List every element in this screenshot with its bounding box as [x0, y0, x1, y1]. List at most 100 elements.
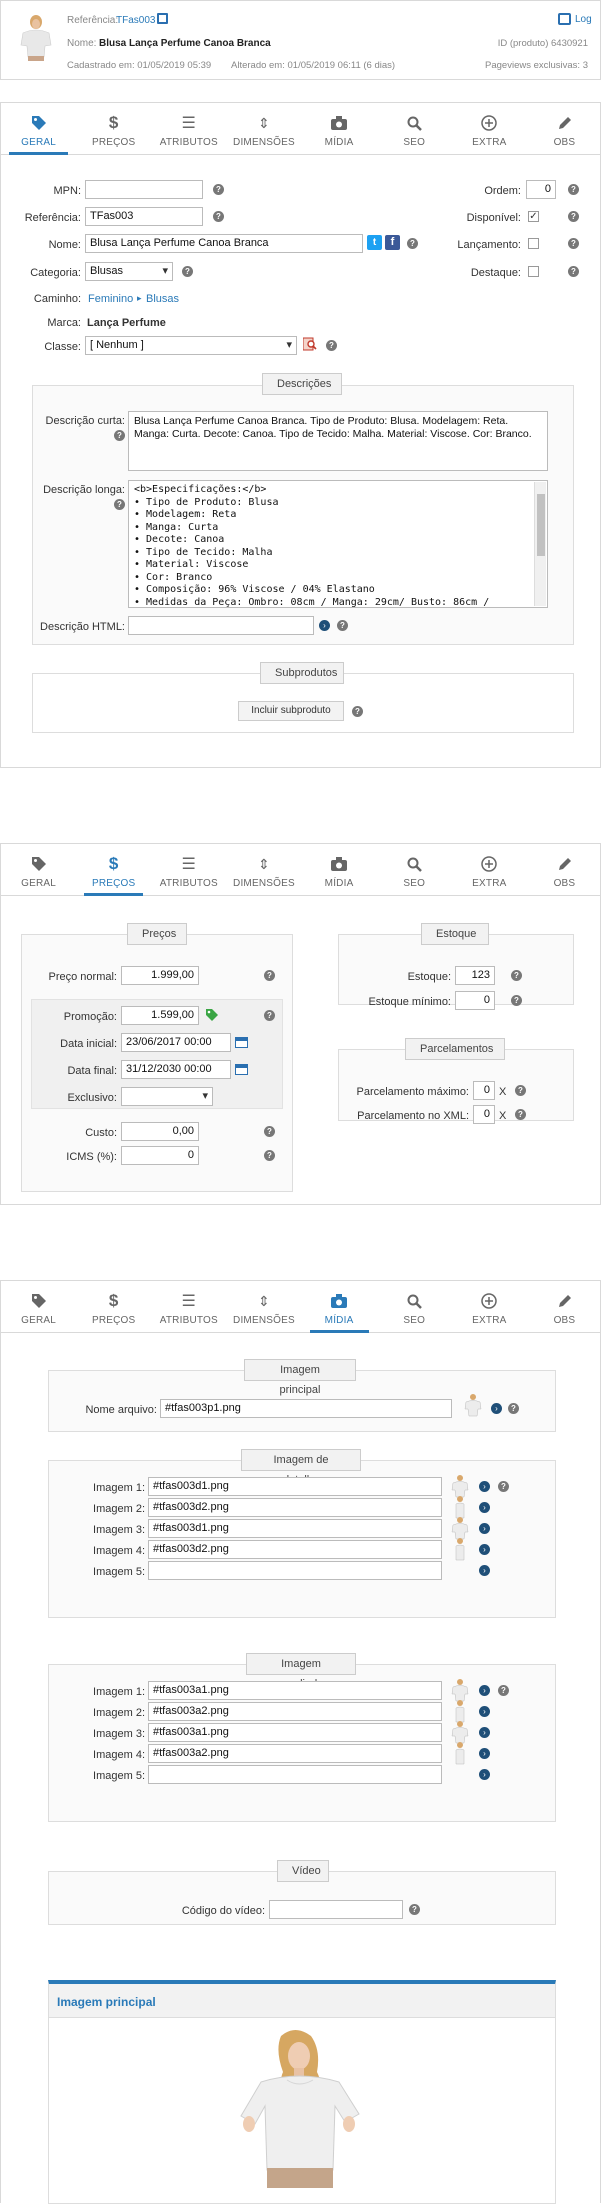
mpn-input[interactable]: [85, 180, 203, 199]
go-arrow-icon[interactable]: ›: [479, 1481, 490, 1492]
help-icon[interactable]: ?: [352, 706, 363, 717]
featured-checkbox[interactable]: [528, 266, 539, 277]
zoom-image-input[interactable]: #tfas003a1.png: [148, 1681, 442, 1700]
icms-input[interactable]: 0: [121, 1146, 199, 1165]
category-select[interactable]: Blusas: [85, 262, 173, 281]
tab-seo[interactable]: SEO: [377, 103, 452, 154]
cost-input[interactable]: 0,00: [121, 1122, 199, 1141]
help-icon[interactable]: ?: [114, 499, 125, 510]
tab-geral[interactable]: GERAL: [1, 103, 76, 155]
help-icon[interactable]: ?: [568, 266, 579, 277]
help-icon[interactable]: ?: [264, 970, 275, 981]
help-icon[interactable]: ?: [182, 266, 193, 277]
tab-midia[interactable]: MÍDIA: [302, 844, 377, 895]
tab-precos[interactable]: $ PREÇOS: [76, 103, 151, 154]
help-icon[interactable]: ?: [568, 238, 579, 249]
tab-obs[interactable]: OBS: [527, 844, 601, 895]
help-icon[interactable]: ?: [264, 1150, 275, 1161]
calendar-icon[interactable]: [235, 1064, 248, 1075]
tab-midia[interactable]: MÍDIA: [302, 103, 377, 154]
detail-image-input[interactable]: [148, 1561, 442, 1580]
go-arrow-icon[interactable]: ›: [479, 1502, 490, 1513]
help-icon[interactable]: ?: [337, 620, 348, 631]
zoom-image-input[interactable]: #tfas003a2.png: [148, 1744, 442, 1763]
detail-image-input[interactable]: #tfas003d1.png: [148, 1477, 442, 1496]
tab-dimensoes[interactable]: ⇕ DIMENSÕES: [226, 103, 301, 154]
help-icon[interactable]: ?: [508, 1403, 519, 1414]
max-installments-input[interactable]: 0: [473, 1081, 495, 1100]
help-icon[interactable]: ?: [511, 995, 522, 1006]
breadcrumb-feminino[interactable]: Feminino: [88, 293, 133, 305]
tab-geral[interactable]: GERAL: [1, 1281, 76, 1332]
help-icon[interactable]: ?: [515, 1109, 526, 1120]
help-icon[interactable]: ?: [326, 340, 337, 351]
tab-atributos[interactable]: ☰ ATRIBUTOS: [151, 844, 226, 895]
tab-obs[interactable]: OBS: [527, 103, 601, 154]
launch-checkbox[interactable]: [528, 238, 539, 249]
help-icon[interactable]: ?: [498, 1481, 509, 1492]
reference-link[interactable]: TFas003: [116, 15, 155, 26]
add-subproduct-button[interactable]: Incluir subproduto: [238, 701, 344, 721]
tab-atributos[interactable]: ☰ ATRIBUTOS: [151, 103, 226, 154]
log-link[interactable]: Log: [575, 14, 592, 25]
help-icon[interactable]: ?: [114, 430, 125, 441]
help-icon[interactable]: ?: [498, 1685, 509, 1696]
tab-dimensoes[interactable]: ⇕ DIMENSÕES: [226, 844, 301, 895]
tab-seo[interactable]: SEO: [377, 844, 452, 895]
help-icon[interactable]: ?: [568, 211, 579, 222]
go-arrow-icon[interactable]: ›: [479, 1748, 490, 1759]
name-input[interactable]: Blusa Lança Perfume Canoa Branca: [85, 234, 363, 253]
order-input[interactable]: 0: [526, 180, 556, 199]
detail-image-input[interactable]: #tfas003d2.png: [148, 1540, 442, 1559]
help-icon[interactable]: ?: [515, 1085, 526, 1096]
zoom-image-input[interactable]: #tfas003a2.png: [148, 1702, 442, 1721]
class-select[interactable]: [ Nenhum ]: [85, 336, 297, 355]
normal-price-input[interactable]: 1.999,00: [121, 966, 199, 985]
twitter-icon[interactable]: t: [367, 235, 382, 250]
go-arrow-icon[interactable]: ›: [479, 1544, 490, 1555]
tab-precos[interactable]: $ PREÇOS: [76, 844, 151, 896]
tab-extra[interactable]: EXTRA: [452, 844, 527, 895]
help-icon[interactable]: ?: [568, 184, 579, 195]
tab-atributos[interactable]: ☰ ATRIBUTOS: [151, 1281, 226, 1332]
search-class-icon[interactable]: [302, 337, 317, 351]
help-icon[interactable]: ?: [511, 970, 522, 981]
start-date-input[interactable]: 23/06/2017 00:00: [121, 1033, 231, 1052]
exclusive-select[interactable]: [121, 1087, 213, 1106]
promotion-input[interactable]: 1.599,00: [121, 1006, 199, 1025]
filename-input[interactable]: #tfas003p1.png: [160, 1399, 452, 1418]
facebook-icon[interactable]: f: [385, 235, 400, 250]
reference-input[interactable]: TFas003: [85, 207, 203, 226]
help-icon[interactable]: ?: [213, 211, 224, 222]
calendar-icon[interactable]: [235, 1037, 248, 1048]
go-arrow-icon[interactable]: ›: [479, 1523, 490, 1534]
go-arrow-icon[interactable]: ›: [319, 620, 330, 631]
zoom-image-input[interactable]: [148, 1765, 442, 1784]
external-link-icon[interactable]: [157, 13, 168, 24]
go-arrow-icon[interactable]: ›: [479, 1685, 490, 1696]
help-icon[interactable]: ?: [264, 1126, 275, 1137]
tab-obs[interactable]: OBS: [527, 1281, 601, 1332]
available-checkbox[interactable]: ✓: [528, 211, 539, 222]
tab-dimensoes[interactable]: ⇕ DIMENSÕES: [226, 1281, 301, 1332]
breadcrumb-blusas[interactable]: Blusas: [146, 293, 179, 305]
help-icon[interactable]: ?: [213, 184, 224, 195]
go-arrow-icon[interactable]: ›: [479, 1769, 490, 1780]
tab-extra[interactable]: EXTRA: [452, 103, 527, 154]
tab-extra[interactable]: EXTRA: [452, 1281, 527, 1332]
detail-image-input[interactable]: #tfas003d2.png: [148, 1498, 442, 1517]
help-icon[interactable]: ?: [264, 1010, 275, 1021]
go-arrow-icon[interactable]: ›: [479, 1565, 490, 1576]
tab-seo[interactable]: SEO: [377, 1281, 452, 1332]
log-icon[interactable]: [558, 13, 571, 25]
zoom-image-input[interactable]: #tfas003a1.png: [148, 1723, 442, 1742]
minimum-stock-input[interactable]: 0: [455, 991, 495, 1010]
tab-geral[interactable]: GERAL: [1, 844, 76, 895]
textarea-scrollbar[interactable]: [534, 482, 546, 606]
detail-image-input[interactable]: #tfas003d1.png: [148, 1519, 442, 1538]
go-arrow-icon[interactable]: ›: [479, 1706, 490, 1717]
go-arrow-icon[interactable]: ›: [479, 1727, 490, 1738]
short-description-textarea[interactable]: Blusa Lança Perfume Canoa Branca. Tipo d…: [128, 411, 548, 471]
tab-precos[interactable]: $ PREÇOS: [76, 1281, 151, 1332]
help-icon[interactable]: ?: [409, 1904, 420, 1915]
